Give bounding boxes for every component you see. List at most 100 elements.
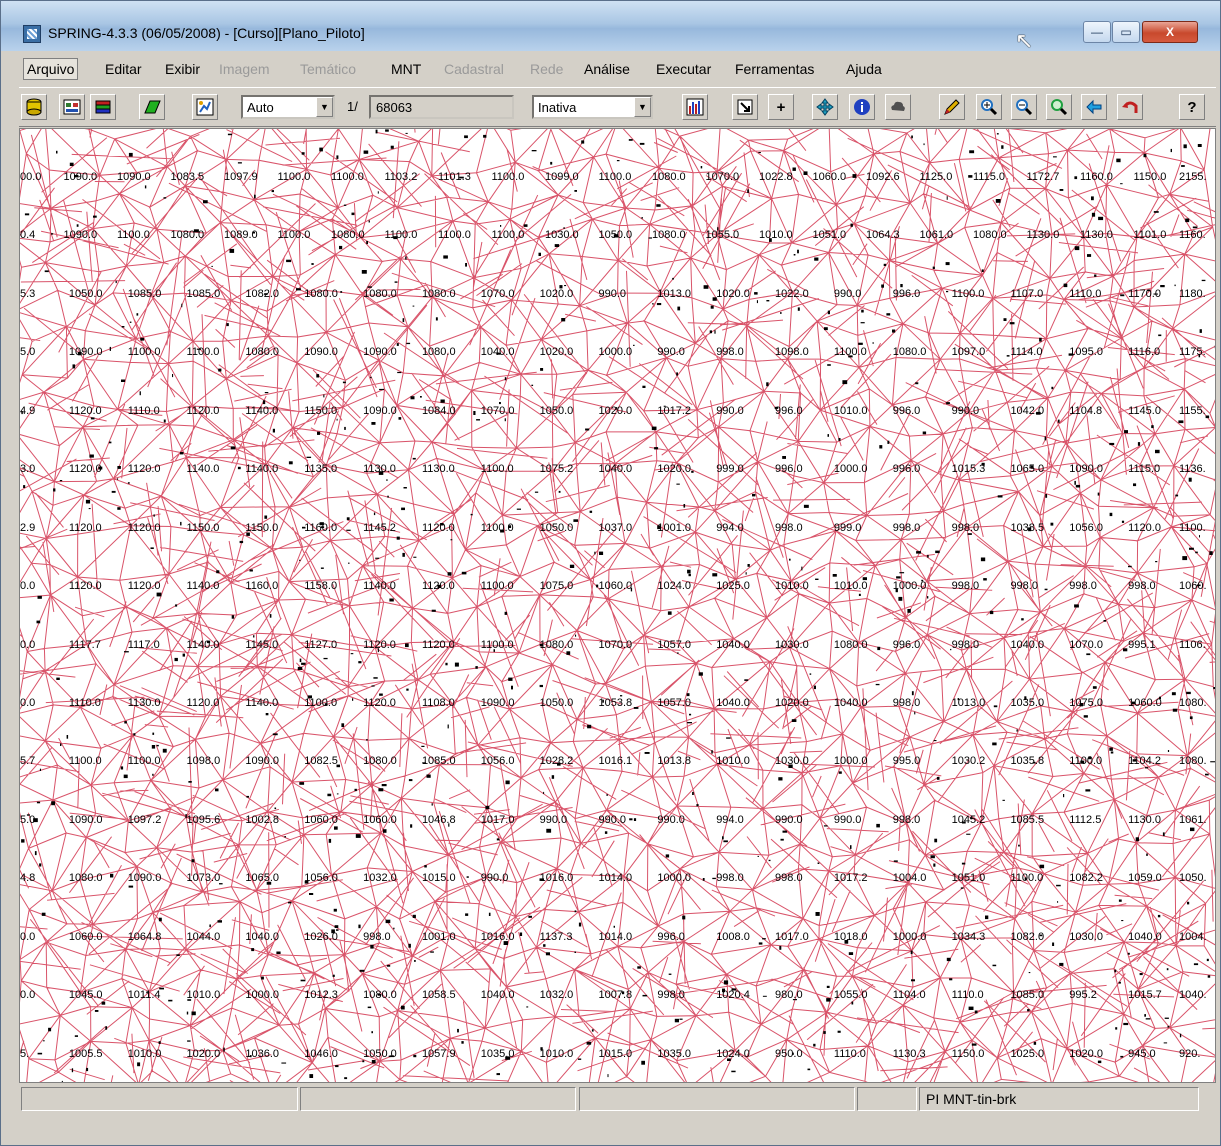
elevation-label: 1085.0 xyxy=(186,287,221,300)
menu-item-exibir[interactable]: Exibir xyxy=(165,61,200,77)
elevation-label: 998.0 xyxy=(892,521,921,534)
elevation-label: 1097.9 xyxy=(224,171,258,183)
elevation-label: 1090.0 xyxy=(127,872,162,885)
elevation-label: 1080.0 xyxy=(245,346,280,359)
pan-icon[interactable] xyxy=(192,94,218,120)
menu-item-arquivo[interactable]: Arquivo xyxy=(23,58,79,80)
elevation-label: 990.0 xyxy=(539,813,568,826)
menu-item-imagem[interactable]: Imagem xyxy=(219,61,270,77)
elevation-label: 1080.0 xyxy=(539,638,574,651)
menu-item-cadastral[interactable]: Cadastral xyxy=(444,61,504,77)
elevation-label: 1110.0 xyxy=(833,1047,866,1060)
elevation-label: 996.0 xyxy=(892,463,921,476)
elevation-label: 1026.0 xyxy=(304,930,338,943)
elevation-label: 1000.0 xyxy=(892,930,927,943)
elevation-label: 1080.0 xyxy=(421,287,456,300)
elevation-label: 1080. xyxy=(1179,755,1207,768)
elevation-label: 1055.0 xyxy=(833,989,868,1002)
elevation-label: 1000.0 xyxy=(245,989,280,1002)
elevation-label: 1035.8 xyxy=(1010,755,1045,768)
elevation-label: 1050.0 xyxy=(68,287,103,300)
sample-point xyxy=(1215,222,1216,226)
elevation-label: 1110.0 xyxy=(127,404,160,417)
chevron-down-icon[interactable]: ▼ xyxy=(634,97,651,117)
fit-icon[interactable] xyxy=(732,94,758,120)
menu-item-mnt[interactable]: MNT xyxy=(391,61,421,77)
elevation-label: 998.0 xyxy=(775,521,803,534)
close-button[interactable]: X xyxy=(1142,21,1198,43)
zoom-in-icon[interactable] xyxy=(976,94,1002,120)
elevation-label: 1013.0 xyxy=(657,287,691,300)
elevation-label: 00.0 xyxy=(20,171,42,183)
move-icon[interactable] xyxy=(812,94,838,120)
elevation-label: 1040.0 xyxy=(716,638,750,651)
zoom-area-icon[interactable] xyxy=(1046,94,1072,120)
elevation-label: 1064.8 xyxy=(127,930,162,943)
elevation-labels: 00.0 1090.0 1090.0 1083.5 1097.9 1100.0 1100.0… xyxy=(20,129,1215,1082)
elevation-label: 1080. xyxy=(1179,696,1207,709)
elevation-label: 1115.0 xyxy=(973,171,1006,183)
status-panel-3 xyxy=(579,1087,855,1111)
elevation-label: 990.0 xyxy=(480,872,509,885)
cloud-icon[interactable] xyxy=(885,94,911,120)
elevation-label: 1000.0 xyxy=(598,346,633,359)
database-icon[interactable] xyxy=(21,94,47,120)
elevation-label: 1034.3 xyxy=(951,930,986,943)
polygon-icon[interactable] xyxy=(139,94,165,120)
elevation-label: 1145.0 xyxy=(1128,404,1161,417)
info-icon[interactable] xyxy=(849,94,875,120)
elevation-label: 1000.0 xyxy=(833,463,868,476)
menu-item-editar[interactable]: Editar xyxy=(105,61,142,77)
add-icon[interactable]: + xyxy=(768,94,794,120)
scale-field[interactable]: 68063 xyxy=(369,95,514,119)
map-canvas[interactable]: 00.0 1090.0 1090.0 1083.5 1097.9 1100.0 1100.0… xyxy=(19,128,1216,1083)
zoom-out-icon[interactable] xyxy=(1011,94,1037,120)
window-title: SPRING-4.3.3 (06/05/2008) - [Curso][Plan… xyxy=(48,25,365,41)
title-bar[interactable]: SPRING-4.3.3 (06/05/2008) - [Curso][Plan… xyxy=(1,1,1220,52)
elevation-label: 1085.5 xyxy=(1010,813,1045,826)
elevation-label: 1100.0 xyxy=(117,229,150,242)
back-icon[interactable] xyxy=(1081,94,1107,120)
elevation-label: 1089.0 xyxy=(224,229,258,242)
elevation-label: 1060.0 xyxy=(363,813,397,826)
chevron-down-icon[interactable]: ▼ xyxy=(316,97,333,117)
elevation-label: 1140.0 xyxy=(186,638,220,651)
menu-item-ajuda[interactable]: Ajuda xyxy=(846,61,882,77)
elevation-label: 1150.0 xyxy=(1133,171,1167,183)
elevation-label: 1104.8 xyxy=(1069,404,1103,417)
stack-icon[interactable] xyxy=(90,94,116,120)
pencil-icon[interactable] xyxy=(939,94,965,120)
elevation-label: 1120.0 xyxy=(1128,521,1161,534)
elevation-label: 1045.0 xyxy=(68,989,103,1002)
elevation-label: 1120.0 xyxy=(127,580,161,593)
zoom-mode-select[interactable]: Auto ▼ xyxy=(241,95,335,119)
elevation-label: 1083.5 xyxy=(170,171,205,183)
elevation-label: 1007.8 xyxy=(598,989,633,1002)
elevation-label: 1100. xyxy=(1179,521,1206,534)
menu-item-ferramentas[interactable]: Ferramentas xyxy=(735,61,814,77)
elevation-label: 1180. xyxy=(1179,287,1206,300)
elevation-label: 1080.0 xyxy=(421,346,456,359)
elevation-label: 1017.0 xyxy=(480,813,515,826)
elevation-label: 1090.0 xyxy=(480,696,515,709)
maximize-button[interactable]: ▭ xyxy=(1112,21,1140,43)
menu-item-tematico[interactable]: Temático xyxy=(300,61,356,77)
elevation-label: 1090.0 xyxy=(245,755,280,768)
elevation-label: 1107.0 xyxy=(1010,287,1044,300)
menu-item-rede[interactable]: Rede xyxy=(530,61,563,77)
layers-icon[interactable] xyxy=(59,94,85,120)
help-icon[interactable]: ? xyxy=(1179,94,1205,120)
elevation-label: 998.0 xyxy=(1010,580,1038,593)
elevation-label: 1104.2 xyxy=(1128,755,1161,768)
menu-item-analise[interactable]: Análise xyxy=(584,61,630,77)
elevation-label: 1020.4 xyxy=(716,989,750,1002)
elevation-label: 1100.0 xyxy=(127,755,161,768)
elevation-label: 1040.0 xyxy=(1128,930,1162,943)
mode-select[interactable]: Inativa ▼ xyxy=(532,95,653,119)
menu-item-executar[interactable]: Executar xyxy=(656,61,711,77)
minimize-button[interactable]: — xyxy=(1083,21,1111,43)
undo-icon[interactable] xyxy=(1117,94,1143,120)
elevation-label: 1100.0 xyxy=(480,580,514,593)
histogram-icon[interactable] xyxy=(682,94,708,120)
status-panel-4 xyxy=(857,1087,917,1111)
